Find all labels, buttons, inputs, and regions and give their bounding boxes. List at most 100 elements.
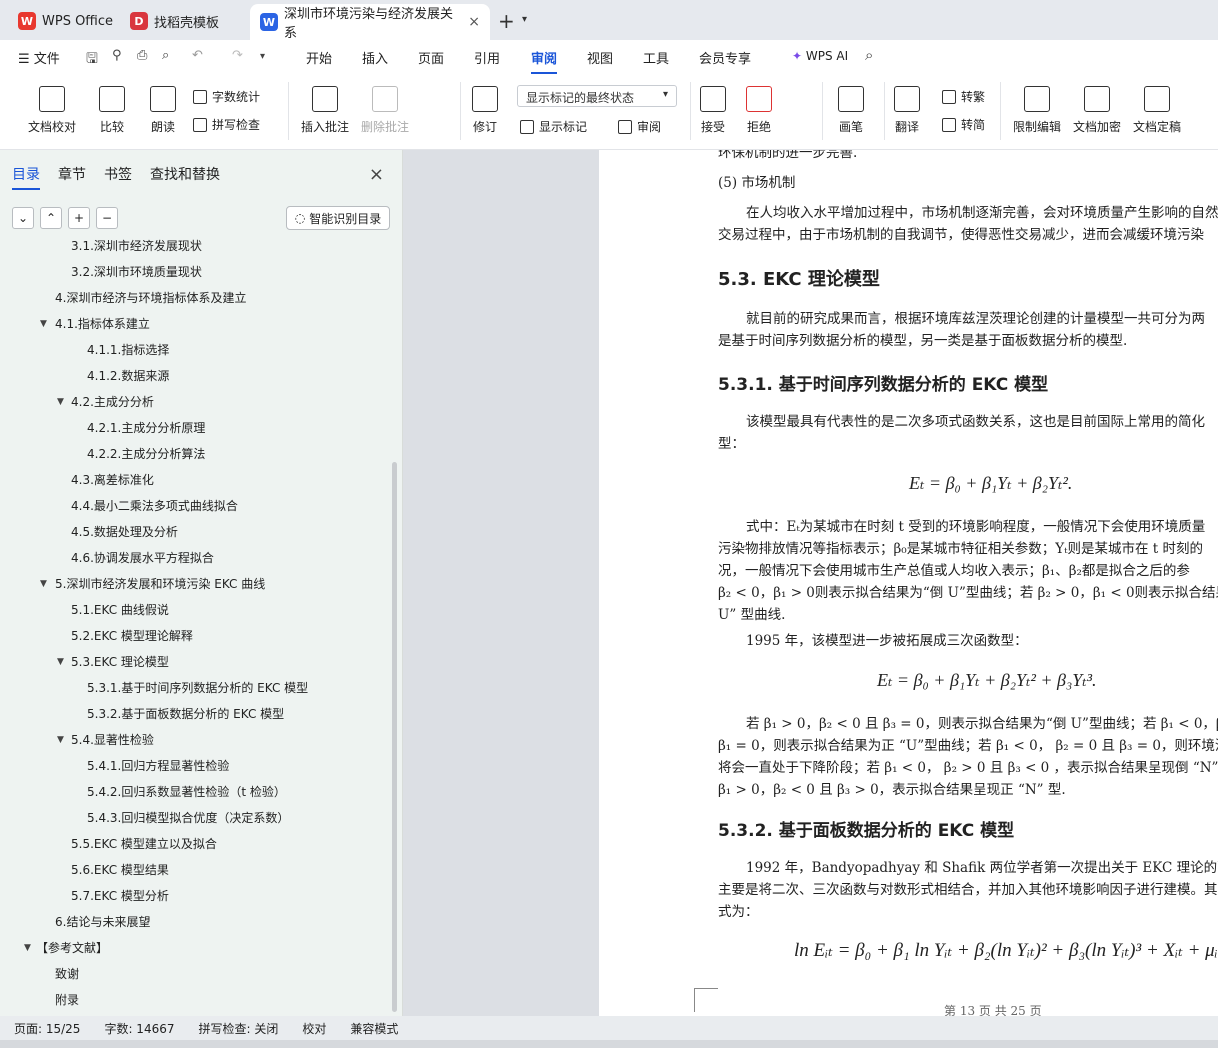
menu-insert[interactable]: 插入 (362, 48, 388, 67)
tab-wps-office[interactable]: W WPS Office (8, 6, 116, 36)
toc-item[interactable]: 4.6.协调发展水平方程拟合 (71, 548, 214, 568)
menu-review[interactable]: 审阅 (531, 48, 558, 74)
tab-find-replace[interactable]: 查找和替换 (150, 164, 220, 190)
toc-item[interactable]: 4.2.2.主成分分析算法 (87, 444, 205, 464)
tab-bookmarks[interactable]: 书签 (104, 164, 132, 190)
toc-item[interactable]: 5.深圳市经济发展和环境污染 EKC 曲线 (55, 574, 265, 594)
new-tab-icon[interactable]: + (498, 9, 515, 33)
review-pane-button[interactable]: 审阅 (618, 118, 661, 135)
page-indicator[interactable]: 页面: 15/25 (14, 1020, 80, 1037)
toc-item[interactable]: 3.2.深圳市环境质量现状 (71, 262, 202, 282)
print-icon[interactable]: ⎙ (137, 48, 147, 63)
menu-member[interactable]: 会员专享 (699, 48, 751, 67)
chevron-down-icon[interactable]: ▾ (522, 14, 527, 25)
to-simplified-button[interactable]: 转简 (942, 116, 985, 133)
translate-button[interactable]: 翻译 (894, 86, 920, 135)
scrollbar[interactable] (392, 462, 397, 1012)
toc-item[interactable]: 3.1.深圳市经济发展现状 (71, 238, 202, 256)
remove-heading-button[interactable]: − (96, 207, 118, 229)
toc-item[interactable]: 4.1.1.指标选择 (87, 340, 169, 360)
toc-item[interactable]: 4.5.数据处理及分析 (71, 522, 178, 542)
preview-icon[interactable]: ⌕ (162, 48, 169, 63)
toc-item[interactable]: 5.1.EKC 曲线假说 (71, 600, 169, 620)
toc-item[interactable]: 5.4.1.回归方程显著性检验 (87, 756, 229, 776)
toc-item[interactable]: 6.结论与未来展望 (55, 912, 150, 932)
chevron-down-icon[interactable]: ▼ (40, 319, 47, 329)
menu-view[interactable]: 视图 (587, 48, 613, 67)
toc-item[interactable]: 4.深圳市经济与环境指标体系及建立 (55, 288, 246, 308)
menu-page[interactable]: 页面 (418, 48, 444, 67)
restrict-edit-button[interactable]: 限制编辑 (1013, 86, 1061, 135)
tab-document[interactable]: W 深圳市环境污染与经济发展关系 × (250, 4, 490, 41)
show-marks-button[interactable]: 显示标记 (520, 118, 587, 135)
encrypt-button[interactable]: 文档加密 (1073, 86, 1121, 135)
paragraph: (5) 市场机制 (718, 175, 796, 191)
proofread-indicator[interactable]: 校对 (302, 1020, 326, 1037)
redo-icon[interactable]: ↷ (232, 48, 243, 63)
smart-toc-button[interactable]: ◌ 智能识别目录 (286, 206, 390, 230)
reject-button[interactable]: 拒绝 (746, 86, 772, 135)
toc-item[interactable]: 5.5.EKC 模型建立以及拟合 (71, 834, 217, 854)
read-aloud-button[interactable]: 朗读 (150, 86, 176, 135)
toc-item[interactable]: 5.3.1.基于时间序列数据分析的 EKC 模型 (87, 678, 308, 698)
tab-template[interactable]: D 找稻壳模板 (120, 6, 244, 36)
toc-item[interactable]: 4.1.指标体系建立 (55, 314, 150, 334)
toc-item[interactable]: 5.4.3.回归模型拟合优度（决定系数） (87, 808, 289, 828)
chevron-down-icon[interactable]: ▼ (40, 579, 47, 589)
toc-item[interactable]: 5.4.2.回归系数显著性检验（t 检验） (87, 782, 286, 802)
toc-item[interactable]: 5.3.2.基于面板数据分析的 EKC 模型 (87, 704, 284, 724)
menu-start[interactable]: 开始 (306, 48, 332, 67)
word-count-indicator[interactable]: 字数: 14667 (104, 1020, 174, 1037)
toc-item[interactable]: 4.2.1.主成分分析原理 (87, 418, 205, 438)
toc-item[interactable]: 5.3.EKC 理论模型 (71, 652, 169, 672)
chevron-down-icon[interactable]: ▼ (57, 657, 64, 667)
chevron-down-icon[interactable]: ▼ (57, 397, 64, 407)
toc-item[interactable]: 4.3.离差标准化 (71, 470, 154, 490)
save-icon[interactable]: 🖫 (86, 48, 98, 72)
toc-item[interactable]: 【参考文献】 (36, 938, 108, 958)
toc-item[interactable]: 5.4.显著性检验 (71, 730, 154, 750)
undo-icon[interactable]: ↶ (192, 48, 203, 63)
to-traditional-button[interactable]: 转繁 (942, 88, 985, 105)
chevron-down-icon[interactable]: ▼ (24, 943, 31, 953)
toc-item[interactable]: 5.6.EKC 模型结果 (71, 860, 169, 880)
close-icon[interactable]: × (468, 14, 480, 30)
spell-check-indicator[interactable]: 拼写检查: 关闭 (199, 1020, 279, 1037)
toc-item[interactable]: 4.4.最小二乘法多项式曲线拟合 (71, 496, 238, 516)
spell-check-label: 拼写检查 (212, 118, 261, 132)
add-heading-button[interactable]: + (68, 207, 90, 229)
file-menu[interactable]: ☰ 文件 (18, 48, 60, 67)
toc-item[interactable]: 5.2.EKC 模型理论解释 (71, 626, 193, 646)
track-changes-icon (472, 86, 498, 112)
spell-check-button[interactable]: 拼写检查 (193, 116, 260, 133)
expand-down-button[interactable]: ⌄ (12, 207, 34, 229)
close-icon[interactable]: × (369, 164, 384, 185)
docer-logo-icon: D (130, 12, 148, 30)
collapse-up-button[interactable]: ⌃ (40, 207, 62, 229)
toc-item[interactable]: 4.1.2.数据来源 (87, 366, 169, 386)
menu-tools[interactable]: 工具 (643, 48, 669, 67)
toc-item[interactable]: 附录 (55, 990, 79, 1010)
word-count-button[interactable]: 字数统计 (193, 88, 260, 105)
wps-ai-button[interactable]: ✦ WPS AI (792, 49, 848, 63)
finalize-button[interactable]: 文档定稿 (1133, 86, 1181, 135)
track-changes-button[interactable]: 修订 (472, 86, 498, 135)
proofread-button[interactable]: 文档校对 (28, 86, 76, 135)
accept-button[interactable]: 接受 (700, 86, 726, 135)
divider (1000, 82, 1001, 140)
pen-button[interactable]: 画笔 (838, 86, 864, 135)
toc-item[interactable]: 5.7.EKC 模型分析 (71, 886, 169, 906)
markup-display-select[interactable]: 显示标记的最终状态 ▾ (517, 85, 677, 107)
chevron-down-icon[interactable]: ▾ (260, 51, 265, 62)
tab-chapters[interactable]: 章节 (58, 164, 86, 190)
toc-item[interactable]: 4.2.主成分分析 (71, 392, 154, 412)
compare-button[interactable]: 比较 (99, 86, 125, 135)
toc-item[interactable]: 致谢 (55, 964, 79, 984)
tab-toc[interactable]: 目录 (12, 164, 40, 190)
search-icon[interactable]: ⌕ (865, 46, 873, 64)
share-icon[interactable]: ⚲ (112, 48, 122, 63)
insert-comment-button[interactable]: 插入批注 (301, 86, 349, 135)
delete-comment-button[interactable]: 删除批注 (361, 86, 409, 135)
chevron-down-icon[interactable]: ▼ (57, 735, 64, 745)
menu-reference[interactable]: 引用 (474, 48, 500, 67)
